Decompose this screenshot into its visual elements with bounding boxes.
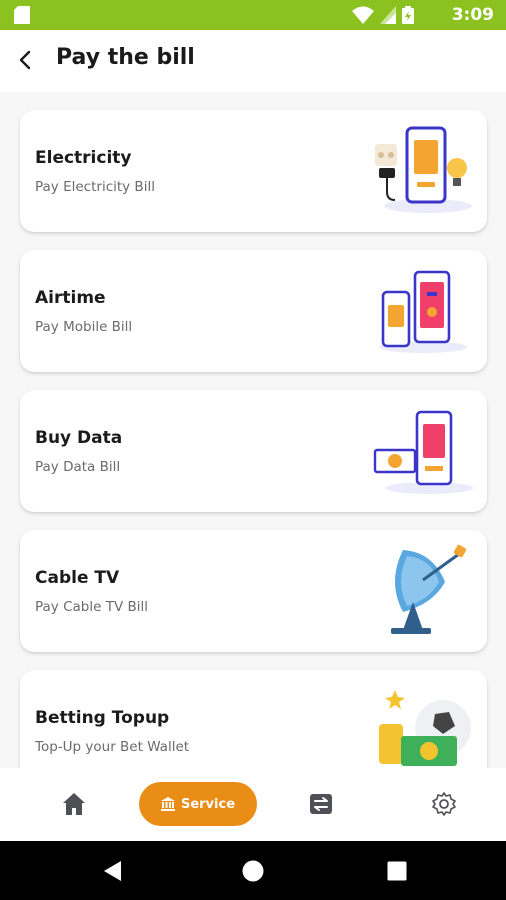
sim-card-icon [14,6,30,24]
service-subtitle: Top-Up your Bet Wallet [35,739,190,755]
nav-home[interactable] [52,782,96,826]
data-illustration [373,410,473,494]
wifi-icon [352,6,374,24]
transfer-icon [310,794,332,814]
service-card-airtime[interactable]: Airtime Pay Mobile Bill [20,250,487,372]
page-title: Pay the bill [56,45,195,70]
service-title: Cable TV [35,568,120,588]
service-card-buy-data[interactable]: Buy Data Pay Data Bill [20,390,487,512]
home-icon [63,793,85,815]
service-subtitle: Pay Mobile Bill [35,319,133,335]
service-list: Electricity Pay Electricity Bill Airtime… [0,92,506,768]
back-arrow-icon[interactable] [12,46,40,74]
app-bar: Pay the bill [0,30,506,92]
airtime-illustration [379,270,467,353]
system-navigation-bar [0,841,506,900]
bank-icon [160,797,175,811]
status-icons [352,6,414,24]
service-title: Airtime [35,288,106,308]
service-card-cable-tv[interactable]: Cable TV Pay Cable TV Bill [20,530,487,652]
service-title: Electricity [35,148,132,168]
cell-signal-icon [380,6,396,24]
service-card-betting-topup[interactable]: Betting Topup Top-Up your Bet Wallet [20,670,487,768]
service-title: Buy Data [35,428,123,448]
battery-icon [402,6,414,24]
electricity-illustration [375,126,472,213]
service-card-electricity[interactable]: Electricity Pay Electricity Bill [20,110,487,232]
service-subtitle: Pay Data Bill [35,459,121,475]
nav-service[interactable]: Service [139,782,257,826]
satellite-dish-illustration [391,544,467,634]
system-home-icon[interactable] [241,859,265,883]
service-title: Betting Topup [35,708,170,728]
nav-settings[interactable] [422,782,466,826]
system-recents-icon[interactable] [385,859,409,883]
status-clock: 3:09 [451,5,494,25]
system-back-icon[interactable] [101,859,125,883]
betting-illustration [379,690,471,766]
service-subtitle: Pay Cable TV Bill [35,599,148,615]
nav-transfer[interactable] [299,782,343,826]
bottom-nav: Service [0,768,506,841]
settings-gear-icon [432,792,456,816]
service-subtitle: Pay Electricity Bill [35,179,155,195]
nav-service-label: Service [180,796,236,812]
status-bar: 3:09 [0,0,506,30]
